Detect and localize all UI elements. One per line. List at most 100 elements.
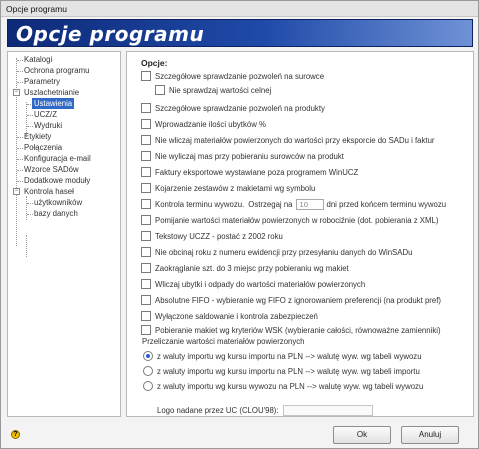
option-row[interactable]: Nie wliczaj materiałów powierzonych do w… (141, 134, 435, 146)
option-label: Szczegółowe sprawdzanie pozwoleń na suro… (155, 71, 325, 81)
tree-connector (27, 214, 33, 215)
warn-prefix-label: Ostrzegaj na (248, 199, 293, 209)
collapse-icon[interactable]: − (13, 89, 20, 96)
window-title: Opcje programu (6, 4, 67, 14)
tree-connector (26, 235, 27, 257)
option-row[interactable]: Wyłączone saldowanie i kontrola zabezpie… (141, 310, 318, 322)
option-label: Nie sprawdzaj wartości celnej (169, 85, 272, 95)
tree-item-ochrona-programu[interactable]: Ochrona programu (24, 65, 89, 76)
recalc-radio-row[interactable]: z waluty importu wg kursu importu na PLN… (143, 365, 420, 377)
checkbox[interactable] (141, 325, 151, 335)
radio-label: z waluty importu wg kursu wywozu na PLN … (157, 381, 424, 391)
tree-item-polaczenia[interactable]: Połączenia (24, 142, 62, 153)
option-row[interactable]: Nie sprawdzaj wartości celnej (155, 84, 271, 96)
option-label: Nie wliczaj materiałów powierzonych do w… (155, 135, 435, 145)
checkbox[interactable] (141, 119, 151, 129)
options-dialog: Opcje programu Opcje programu Katalogi O… (0, 0, 479, 449)
option-row[interactable]: Wliczaj ubytki i odpady do wartości mate… (141, 278, 365, 290)
checkbox[interactable] (141, 151, 151, 161)
tree-item-wzorce-sadow[interactable]: Wzorce SADów (24, 164, 79, 175)
checkbox[interactable] (141, 279, 151, 289)
radio-button[interactable] (143, 381, 153, 391)
checkbox[interactable] (155, 85, 165, 95)
tree-item-etykiety[interactable]: Etykiety (24, 131, 51, 142)
cancel-button[interactable]: Anuluj (401, 426, 459, 444)
option-label: Wliczaj ubytki i odpady do wartości mate… (155, 279, 366, 289)
option-label: Zaokrąglanie szt. do 3 miejsc przy pobie… (155, 263, 349, 273)
option-row[interactable]: Zaokrąglanie szt. do 3 miejsc przy pobie… (141, 262, 349, 274)
tree-connector (16, 58, 17, 246)
option-label: Wyłączone saldowanie i kontrola zabezpie… (155, 311, 318, 321)
collapse-icon[interactable]: − (13, 188, 20, 195)
tree-connector (26, 196, 27, 220)
option-row[interactable]: Pomijanie wartości materiałów powierzony… (141, 214, 438, 226)
radio-label: z waluty importu wg kursu importu na PLN… (157, 366, 420, 376)
option-row[interactable]: Faktury eksportowe wystawiane poza progr… (141, 166, 358, 178)
tree-item-katalogi[interactable]: Katalogi (24, 54, 52, 65)
tree-item-bazy-danych[interactable]: bazy danych (34, 208, 78, 219)
tree-connector (17, 60, 23, 61)
option-row[interactable]: Tekstowy UCZZ - postać z 2002 roku (141, 230, 283, 242)
tree-item-ustawienia[interactable]: Ustawienia (32, 98, 75, 109)
option-row[interactable]: Kojarzenie zestawów z makietami wg symbo… (141, 182, 315, 194)
checkbox[interactable] (141, 103, 151, 113)
tree-item-ucz-z[interactable]: UCZ/Z (34, 109, 57, 120)
options-panel: Opcje: Szczegółowe sprawdzanie pozwoleń … (126, 51, 474, 417)
checkbox[interactable] (141, 247, 151, 257)
tree-connector (27, 203, 33, 204)
option-label: Wprowadzanie ilości ubytków % (155, 119, 266, 129)
option-row[interactable]: Nie wyliczaj mas przy pobieraniu surowcó… (141, 150, 344, 162)
checkbox[interactable] (141, 231, 151, 241)
option-label: Pomijanie wartości materiałów powierzony… (155, 215, 439, 225)
option-label: Nie obcinaj roku z numeru ewidencji przy… (155, 247, 413, 257)
option-label: Kojarzenie zestawów z makietami wg symbo… (155, 183, 316, 193)
tree-item-dodatkowe-moduly[interactable]: Dodatkowe moduły (24, 175, 90, 186)
recalc-group-label: Przeliczanie wartości materiałów powierz… (142, 337, 305, 346)
checkbox[interactable] (141, 183, 151, 193)
radio-button[interactable] (143, 366, 153, 376)
checkbox[interactable] (141, 295, 151, 305)
option-row[interactable]: Szczegółowe sprawdzanie pozwoleń na prod… (141, 102, 325, 114)
recalc-radio-row[interactable]: z waluty importu wg kursu importu na PLN… (143, 350, 422, 362)
tree-item-kontrola-hasel[interactable]: Kontrola haseł (24, 186, 74, 197)
tree-connector (17, 170, 23, 171)
tree-item-uszlachetnianie[interactable]: Uszlachetnianie (24, 87, 79, 98)
logo-label: Logo nadane przez UC (CLOU'98): (157, 406, 279, 415)
checkbox[interactable] (141, 71, 151, 81)
option-label: Nie wyliczaj mas przy pobieraniu surowcó… (155, 151, 344, 161)
checkbox[interactable] (141, 263, 151, 273)
checkbox[interactable] (141, 215, 151, 225)
option-row-deadline[interactable]: Kontrola terminu wywozu. Ostrzegaj na 10… (141, 198, 446, 210)
tree-item-parametry[interactable]: Parametry (24, 76, 60, 87)
option-row[interactable]: Pobieranie makiet wg kryteriów WSK (wybi… (141, 324, 441, 336)
tree-connector (27, 115, 33, 116)
recalc-radio-row[interactable]: z waluty importu wg kursu wywozu na PLN … (143, 380, 423, 392)
banner-title: Opcje programu (16, 22, 205, 46)
option-label: Pobieranie makiet wg kryteriów WSK (wybi… (155, 325, 441, 335)
option-label: Faktury eksportowe wystawiane poza progr… (155, 167, 359, 177)
warn-days-input[interactable]: 10 (295, 198, 324, 210)
logo-field[interactable] (282, 405, 373, 416)
checkbox[interactable] (141, 135, 151, 145)
tree-connector (17, 148, 23, 149)
checkbox[interactable] (141, 311, 151, 321)
checkbox[interactable] (141, 167, 151, 177)
tree-connector (17, 159, 23, 160)
help-icon[interactable]: ? (11, 430, 20, 439)
option-row[interactable]: Absolutne FIFO - wybieranie wg FIFO z ig… (141, 294, 441, 306)
title-bar: Opcje programu (1, 1, 478, 17)
checkbox[interactable] (141, 199, 151, 209)
option-label: Absolutne FIFO - wybieranie wg FIFO z ig… (155, 295, 442, 305)
radio-button[interactable] (143, 351, 153, 361)
option-row[interactable]: Szczegółowe sprawdzanie pozwoleń na suro… (141, 70, 324, 82)
tree-item-uzytkownikow[interactable]: użytkowników (34, 197, 82, 208)
tree-item-konfiguracja-email[interactable]: Konfiguracja e-mail (24, 153, 91, 164)
option-row[interactable]: Nie obcinaj roku z numeru ewidencji przy… (141, 246, 412, 258)
tree-connector (27, 126, 33, 127)
ok-button[interactable]: Ok (333, 426, 391, 444)
logo-row: Logo nadane przez UC (CLOU'98): (157, 405, 373, 416)
tree-connector (17, 137, 23, 138)
tree-connector (17, 82, 23, 83)
tree-item-wydruki[interactable]: Wydruki (34, 120, 62, 131)
option-row[interactable]: Wprowadzanie ilości ubytków % (141, 118, 266, 130)
